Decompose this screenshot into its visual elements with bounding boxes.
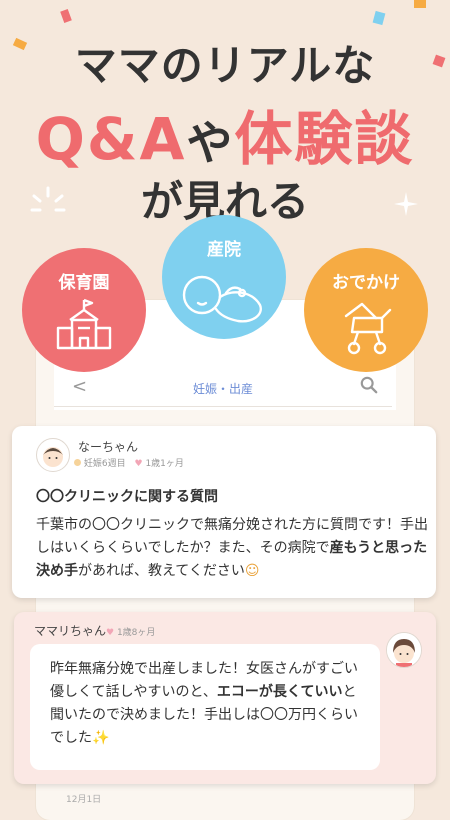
headline-line1: ママのリアルな — [74, 41, 376, 90]
sparkle-emoji-icon: ✨ — [92, 730, 110, 746]
category-label: 産院 — [207, 240, 241, 260]
rabbit-icon: ♥ — [134, 459, 143, 469]
question-body: 千葉市の〇〇クリニックで無痛分娩された方に質問です！手出しはいくらくらいでしたか… — [36, 514, 428, 583]
rabbit-icon: ♥ — [106, 628, 115, 638]
question-card[interactable]: なーちゃん 妊娠6週目 ♥ 1歳1ヶ月 〇〇クリニックに関する質問 千葉市の〇〇… — [12, 426, 436, 598]
category-nursery[interactable]: 保育園 — [22, 248, 146, 372]
answer-card[interactable]: ママリちゃん ♥ 1歳8ヶ月 昨年無痛分娩で出産しました！女医さんがすごい優しく… — [14, 612, 436, 784]
headline-ya: や — [186, 116, 235, 170]
school-building-icon — [56, 298, 112, 350]
headline-experience: 体験談 — [234, 105, 415, 173]
category-maternity-hospital[interactable]: 産院 — [162, 215, 286, 339]
pregnancy-status: 妊娠6週目 — [83, 459, 126, 469]
stroller-icon — [344, 302, 392, 355]
question-meta: 妊娠6週目 ♥ 1歳1ヶ月 — [74, 456, 184, 469]
child-age: 1歳8ヶ月 — [116, 628, 156, 638]
answer-user-name: ママリちゃん — [34, 624, 107, 638]
nav-title: 妊娠・出産 — [192, 382, 253, 396]
category-label: おでかけ — [332, 273, 400, 293]
smile-emoji-icon: ☺ — [244, 563, 260, 579]
headline-line2: Q&Aや体験談 — [0, 92, 450, 176]
question-body-text-end: があれば、教えてください — [78, 563, 245, 579]
baby-icon — [182, 275, 262, 323]
next-item-peek: 12月1日 — [66, 795, 102, 805]
avatar — [36, 438, 70, 472]
navbar: < 妊娠・出産 — [54, 370, 392, 407]
search-icon[interactable] — [360, 376, 378, 394]
confetti-decoration — [414, 0, 426, 8]
category-outing[interactable]: おでかけ — [304, 248, 428, 372]
category-label: 保育園 — [58, 273, 110, 293]
avatar — [386, 632, 422, 668]
headline-qa: Q&A — [35, 105, 187, 173]
question-user-name: なーちゃん — [78, 440, 139, 454]
answer-body-bold: エコーが長くていい — [216, 684, 343, 700]
answer-meta: ♥ 1歳8ヶ月 — [106, 625, 155, 638]
child-age: 1歳1ヶ月 — [145, 459, 184, 469]
answer-body: 昨年無痛分娩で出産しました！女医さんがすごい優しくて話しやすいのと、エコーが長く… — [50, 658, 370, 750]
pregnancy-dot-icon — [74, 459, 81, 466]
answer-bubble: 昨年無痛分娩で出産しました！女医さんがすごい優しくて話しやすいのと、エコーが長く… — [30, 644, 380, 770]
question-title: 〇〇クリニックに関する質問 — [36, 489, 218, 505]
